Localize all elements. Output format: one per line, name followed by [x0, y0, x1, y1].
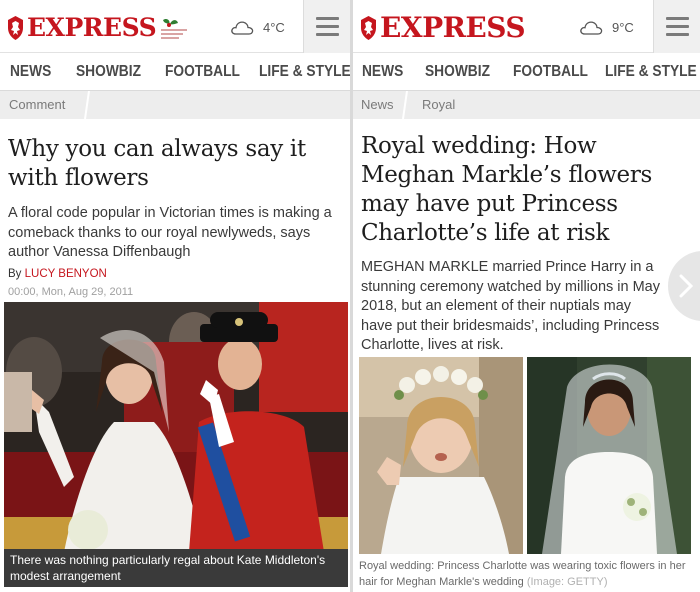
nav-news[interactable]: NEWS — [362, 63, 403, 81]
hamburger-menu-icon — [316, 17, 339, 20]
nav-football[interactable]: FOOTBALL — [165, 63, 240, 81]
lion-crest-icon — [8, 16, 23, 40]
carriage-photo — [4, 302, 348, 552]
article-photo-princess-charlotte[interactable] — [359, 357, 523, 554]
header-bar: EXPRESS 4°C — [0, 0, 350, 53]
brand-name: EXPRESS — [27, 13, 157, 42]
right-article-screen: EXPRESS 9°C NEWS SHOWBIZ FOOTBALL LIFE &… — [353, 0, 700, 592]
chevron-right-icon — [679, 274, 694, 298]
article-standfirst: A floral code popular in Victorian times… — [8, 205, 332, 260]
section-nav: NEWS SHOWBIZ FOOTBALL LIFE & STYLE — [0, 53, 350, 91]
photo-caption: Royal wedding: Princess Charlotte was we… — [359, 558, 695, 590]
section-nav: NEWS SHOWBIZ FOOTBALL LIFE & STYLE — [353, 53, 700, 91]
charlotte-photo — [359, 357, 523, 554]
breadcrumb: News Royal — [353, 91, 700, 119]
article-standfirst: MEGHAN MARKLE married Prince Harry in a … — [361, 259, 660, 353]
byline-prefix: By — [8, 268, 25, 280]
lion-crest-icon — [361, 16, 376, 40]
breadcrumb-separator — [402, 91, 408, 119]
breadcrumb: Comment — [0, 91, 350, 119]
brand-name: EXPRESS — [380, 11, 526, 44]
hamburger-menu-button[interactable] — [303, 0, 350, 53]
article-headline: Why you can always say it with flowers — [8, 136, 306, 191]
temperature: 4°C — [263, 19, 285, 35]
article-photo-royal-carriage[interactable] — [4, 302, 348, 552]
caption-text: Royal wedding: Princess Charlotte was we… — [359, 560, 686, 588]
breadcrumb-news[interactable]: News — [361, 91, 394, 119]
brand-logo[interactable]: EXPRESS — [6, 13, 189, 43]
hamburger-menu-button[interactable] — [653, 0, 700, 53]
nav-life-style[interactable]: LIFE & STYLE — [259, 63, 350, 81]
breadcrumb-comment[interactable]: Comment — [9, 91, 65, 119]
article-headline: Royal wedding: How Meghan Markle’s flowe… — [361, 133, 653, 246]
hamburger-menu-icon — [666, 17, 689, 20]
breadcrumb-separator — [84, 91, 90, 119]
byline: By LUCY BENYON — [8, 268, 107, 280]
header-bar: EXPRESS 9°C — [353, 0, 700, 53]
author-link[interactable]: LUCY BENYON — [25, 268, 107, 280]
image-credit: (Image: GETTY) — [526, 576, 608, 588]
weather-widget[interactable]: 9°C — [579, 19, 634, 35]
publish-date: 00:00, Mon, Aug 29, 2011 — [8, 286, 134, 298]
cloud-icon — [580, 21, 603, 35]
meghan-photo — [527, 357, 691, 554]
nav-news[interactable]: NEWS — [10, 63, 51, 81]
nav-life-style[interactable]: LIFE & STYLE — [605, 63, 697, 81]
breadcrumb-royal[interactable]: Royal — [422, 91, 455, 119]
left-article-screen: EXPRESS 4°C NEWS SHOWBIZ FOOTBALL LIFE &… — [0, 0, 350, 592]
nav-showbiz[interactable]: SHOWBIZ — [76, 63, 141, 81]
nav-showbiz[interactable]: SHOWBIZ — [425, 63, 490, 81]
holly-sprig-icon — [161, 18, 188, 39]
temperature: 9°C — [612, 19, 634, 35]
weather-widget[interactable]: 4°C — [230, 19, 285, 35]
photo-caption: There was nothing particularly regal abo… — [4, 549, 348, 587]
brand-logo[interactable]: EXPRESS — [359, 11, 526, 44]
article-photo-meghan-markle[interactable] — [527, 357, 691, 554]
cloud-icon — [231, 21, 254, 35]
nav-football[interactable]: FOOTBALL — [513, 63, 588, 81]
